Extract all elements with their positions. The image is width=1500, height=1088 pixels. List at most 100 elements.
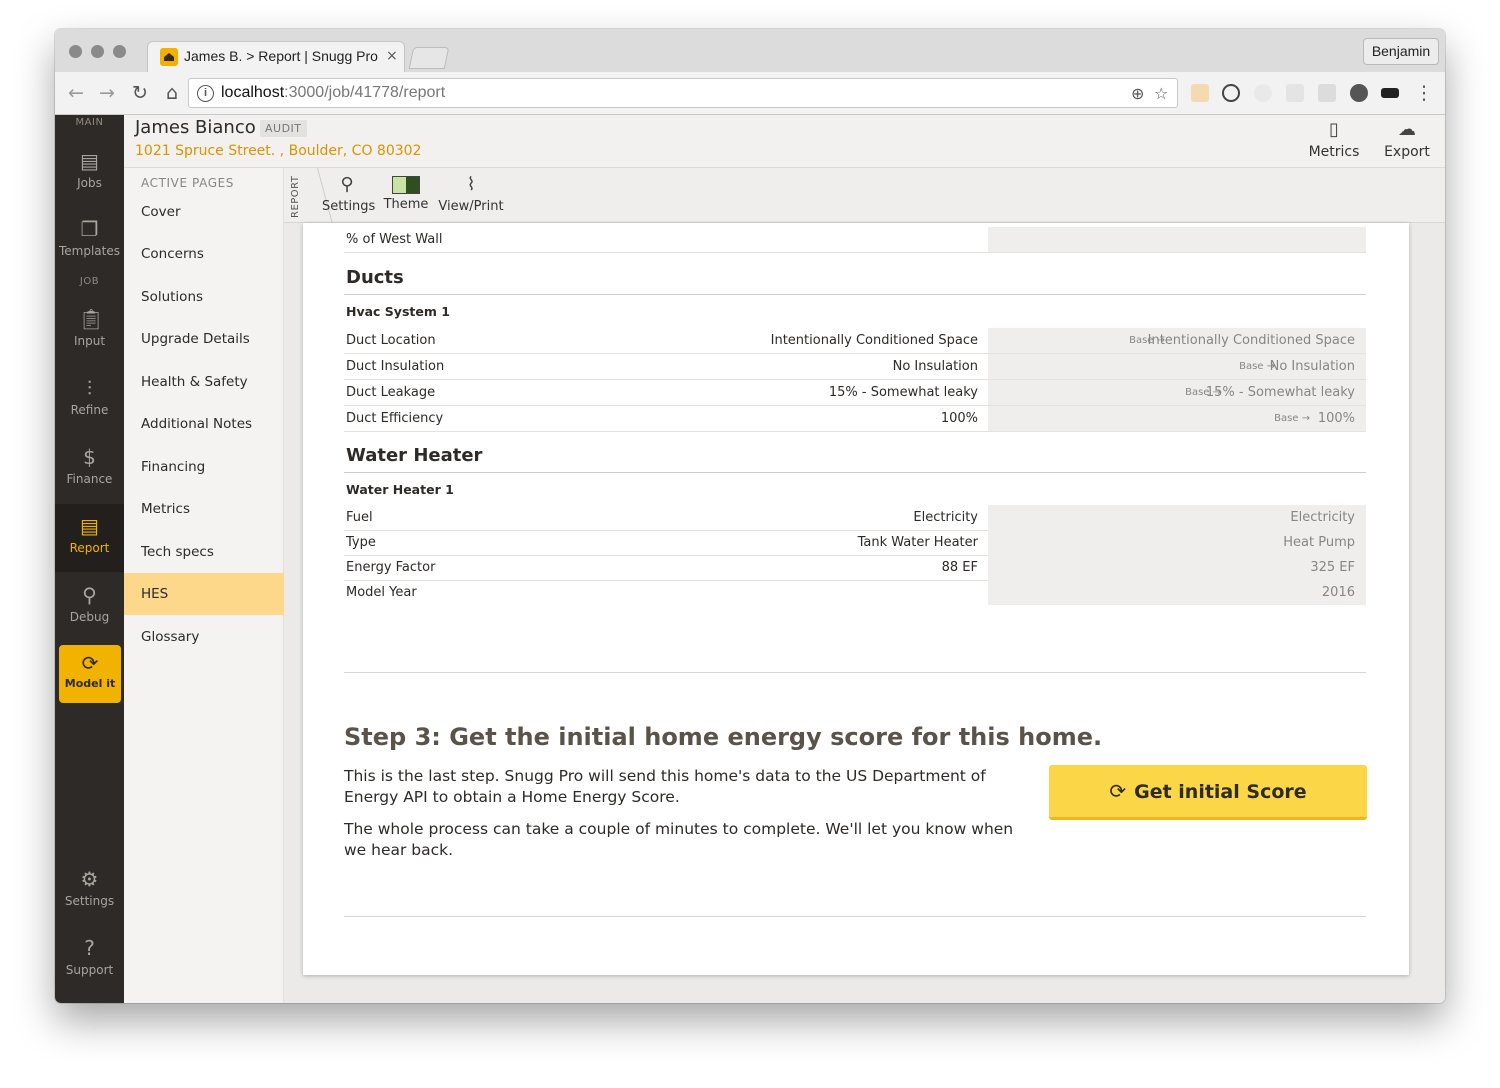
improved-value-cell [988,227,1366,252]
report-toolbar: REPORT ⚲ Settings Theme ⌇ View/Print [284,168,1445,223]
new-tab-button[interactable] [408,47,450,69]
extension-sync-icon[interactable] [1222,84,1240,102]
sidebar-item-finance[interactable]: $ Finance [55,435,124,503]
theme-swatch-icon [392,176,420,194]
content-divider [344,672,1366,673]
bookmark-star-icon[interactable]: ☆ [1154,84,1168,103]
page-item-metrics[interactable]: Metrics [124,488,284,530]
extension-ball-icon[interactable] [1350,84,1368,102]
improved-value-cell: 325 EF [988,555,1366,580]
ducts-section-title: Ducts [346,267,404,288]
browser-toolbar: ← → ↻ ⌂ i localhost:3000/job/41778/repor… [55,72,1445,115]
extension-mask-icon[interactable] [1381,88,1399,98]
browser-tab[interactable]: James B. > Report | Snugg Pro × [147,41,405,72]
improved-value-cell: 2016 [988,580,1366,605]
reload-icon[interactable]: ↻ [129,82,151,104]
improved-value-cell: Base → 15% - Somewhat leaky [988,380,1366,405]
page-item-financing[interactable]: Financing [124,446,284,488]
content-divider [344,916,1366,917]
step3-title: Step 3: Get the initial home energy scor… [344,723,1103,751]
page-item-health-safety[interactable]: Health & Safety [124,361,284,403]
step3-description: This is the last step. Snugg Pro will se… [344,767,986,806]
forward-arrow-icon[interactable]: → [96,82,118,104]
page-item-solutions[interactable]: Solutions [124,276,284,318]
sidebar-item-report[interactable]: ▤ Report [55,504,124,572]
extension-bar-icon[interactable] [1318,84,1336,102]
sidebar-item-support[interactable]: ? Support [55,926,124,994]
address-bar[interactable]: i localhost:3000/job/41778/report ⊕ ☆ [188,78,1178,108]
dollar-icon: $ [83,445,96,469]
get-initial-score-button[interactable]: ⟳ Get initial Score [1049,765,1367,820]
main-sidebar: MAIN ▤ Jobs ❐ Templates JOB 📋︎ Input ⫶ R… [55,115,124,1003]
water-heater-unit-title: Water Heater 1 [346,482,454,497]
sidebar-item-settings[interactable]: ⚙ Settings [55,857,124,925]
profile-button[interactable]: Benjamin [1363,38,1439,65]
model-it-button[interactable]: ⟳ Model it [59,645,121,703]
improved-value-cell: Base → Intentionally Conditioned Space [988,328,1366,353]
section-divider [344,294,1366,295]
active-pages-title: ACTIVE PAGES [141,176,235,190]
translate-icon[interactable]: ⊕ [1131,84,1144,103]
sidebar-item-jobs[interactable]: ▤ Jobs [55,139,124,207]
cloud-download-icon: ☁ [1398,119,1416,140]
wrench-icon: ⚲ [340,174,354,195]
sidebar-section-main: MAIN [75,117,104,128]
home-icon[interactable]: ⌂ [161,82,183,104]
table-row: Fuel Electricity Electricity [344,505,1366,531]
extension-circle-icon[interactable] [1254,84,1272,102]
report-page: % of West Wall Ducts Hvac System 1 Duct … [303,223,1409,975]
page-item-upgrade-details[interactable]: Upgrade Details [124,318,284,360]
active-pages-list: ACTIVE PAGES Cover Concerns Solutions Up… [124,168,284,1003]
page-item-cover[interactable]: Cover [124,191,284,233]
page-item-hes[interactable]: HES [124,573,284,615]
report-view-print-button[interactable]: ⌇ View/Print [438,174,504,214]
sliders-icon: ⫶ [87,376,92,400]
close-window-button[interactable] [69,45,82,58]
report-settings-button[interactable]: ⚲ Settings [322,174,375,214]
job-stage-badge: AUDIT [260,120,307,137]
section-divider [344,472,1366,473]
jobs-icon: ▤ [80,149,99,173]
job-header: James Bianco AUDIT 1021 Spruce Street. ,… [124,115,1445,168]
table-row: Duct Efficiency 100% Base → 100% [344,406,1366,432]
job-address: 1021 Spruce Street. , Boulder, CO 80302 [135,143,422,159]
improved-value-cell: Electricity [988,505,1366,530]
wrench-icon: ⚲ [82,583,97,607]
sidebar-item-input[interactable]: 📋︎ Input [55,297,124,365]
page-item-tech-specs[interactable]: Tech specs [124,531,284,573]
tab-close-icon[interactable]: × [386,48,398,64]
thermometer-icon: ▯ [1329,119,1339,140]
improved-value-cell: Heat Pump [988,530,1366,555]
chart-presentation-icon: ⌇ [466,174,476,195]
back-arrow-icon[interactable]: ← [65,82,87,104]
site-info-icon[interactable]: i [197,85,214,102]
sidebar-item-templates[interactable]: ❐ Templates [55,207,124,275]
sidebar-item-refine[interactable]: ⫶ Refine [55,366,124,434]
page-item-additional-notes[interactable]: Additional Notes [124,403,284,445]
extension-ruler-icon[interactable] [1191,84,1209,102]
table-row: Duct Leakage 15% - Somewhat leaky Base →… [344,380,1366,406]
export-button[interactable]: ☁ Export [1382,119,1432,160]
browser-window: James B. > Report | Snugg Pro × Benjamin… [55,29,1445,1003]
question-icon: ? [84,936,95,960]
report-theme-button[interactable]: Theme [382,174,430,212]
clipboard-icon: 📋︎ [78,307,104,331]
improved-value-cell: Base → 100% [988,406,1366,431]
page-item-glossary[interactable]: Glossary [124,616,284,658]
page-item-concerns[interactable]: Concerns [124,233,284,275]
maximize-window-button[interactable] [113,45,126,58]
minimize-window-button[interactable] [91,45,104,58]
report-toolbar-label: REPORT [290,175,301,219]
gear-icon: ⚙ [80,867,99,891]
sidebar-item-debug[interactable]: ⚲ Debug [55,573,124,641]
hvac-system-title: Hvac System 1 [346,304,450,319]
browser-menu-icon[interactable]: ⋮ [1413,82,1435,104]
tab-title: James B. > Report | Snugg Pro [184,48,378,64]
table-row: Duct Location Intentionally Conditioned … [344,328,1366,354]
step3-timing-note: The whole process can take a couple of m… [344,820,1014,859]
table-row: Energy Factor 88 EF 325 EF [344,555,1366,581]
extension-grid-icon[interactable] [1286,84,1304,102]
job-name: James Bianco [135,117,256,138]
metrics-button[interactable]: ▯ Metrics [1304,119,1364,160]
sidebar-section-job: JOB [79,276,100,287]
